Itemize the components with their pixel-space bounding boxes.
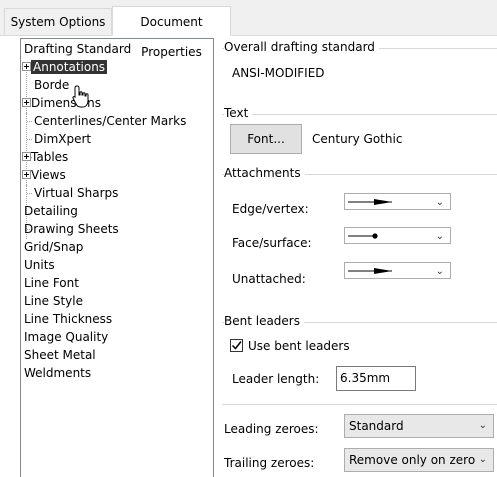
trailing-zeroes-value: Remove only on zero [349,453,476,467]
filled-arrow-icon [348,199,392,205]
leading-zeroes-label: Leading zeroes: [224,422,319,436]
tree-item-virtual-sharps[interactable]: Virtual Sharps [32,184,120,202]
tree-item-image-quality[interactable]: Image Quality [22,328,110,346]
trailing-zeroes-select[interactable]: Remove only on zero ⌄ [344,448,494,472]
dot-leader-icon [348,233,378,239]
tree-item-centerlines[interactable]: Centerlines/Center Marks [32,112,188,130]
tree-item-line-style[interactable]: Line Style [22,292,85,310]
tree-item-dimxpert[interactable]: DimXpert [32,130,93,148]
tree-item-views[interactable]: Views [21,166,68,184]
leading-zeroes-select[interactable]: Standard ⌄ [344,414,494,438]
expand-icon[interactable] [22,98,31,107]
use-bent-leaders-checkbox[interactable] [230,339,243,352]
chevron-down-icon: ⌄ [435,266,444,277]
chevron-down-icon: ⌄ [435,197,444,208]
leader-length-input[interactable]: 6.35mm [336,366,416,391]
tree-item-line-thickness[interactable]: Line Thickness [22,310,114,328]
expand-icon[interactable] [22,62,31,71]
tree-item-drawing-sheets[interactable]: Drawing Sheets [22,220,121,238]
options-tree[interactable]: Drafting Standard Annotations Borde Dime… [20,38,214,477]
edge-vertex-label: Edge/vertex: [232,202,309,216]
tree-item-detailing[interactable]: Detailing [22,202,80,220]
tree-item-weldments[interactable]: Weldments [22,364,93,382]
filled-arrow-icon [348,268,392,274]
edge-vertex-dropdown[interactable]: ⌄ [344,193,451,210]
tab-strip: System Options Document Properties [0,0,497,59]
leading-zeroes-value: Standard [349,419,404,433]
unattached-label: Unattached: [232,272,306,286]
trailing-zeroes-label: Trailing zeroes: [224,456,315,470]
leader-length-label: Leader length: [232,372,320,386]
tree-item-line-font[interactable]: Line Font [22,274,81,292]
bent-leaders-title: Bent leaders [224,314,304,328]
tab-system-options[interactable]: System Options [4,8,112,34]
group-divider [222,404,497,405]
use-bent-leaders-label[interactable]: Use bent leaders [248,339,350,353]
expand-icon[interactable] [22,170,31,179]
face-surface-label: Face/surface: [232,236,312,250]
chevron-down-icon: ⌄ [478,420,487,431]
tab-document-properties[interactable]: Document Properties [112,6,231,59]
tree-item-borders[interactable]: Borde [32,76,71,94]
unattached-dropdown[interactable]: ⌄ [344,262,451,279]
tree-item-units[interactable]: Units [22,256,57,274]
tree-item-annotations[interactable]: Annotations [21,58,108,76]
overall-standard-value: ANSI-MODIFIED [232,66,325,80]
overall-standard-title: Overall drafting standard [224,40,379,54]
font-name: Century Gothic [312,132,403,146]
tree-item-drafting-standard[interactable]: Drafting Standard [22,40,133,58]
font-button[interactable]: Font... [230,124,302,154]
tab-divider [0,35,497,36]
attachments-title: Attachments [224,166,305,180]
hand-cursor-icon [72,85,89,108]
tree-item-grid-snap[interactable]: Grid/Snap [22,238,85,256]
face-surface-dropdown[interactable]: ⌄ [344,227,451,244]
tree-item-tables[interactable]: Tables [21,148,70,166]
checkmark-icon [231,341,242,350]
text-group-title: Text [224,106,253,120]
tree-item-sheet-metal[interactable]: Sheet Metal [22,346,98,364]
chevron-down-icon: ⌄ [478,454,487,465]
group-divider [222,114,497,115]
chevron-down-icon: ⌄ [435,231,444,242]
expand-icon[interactable] [22,152,31,161]
